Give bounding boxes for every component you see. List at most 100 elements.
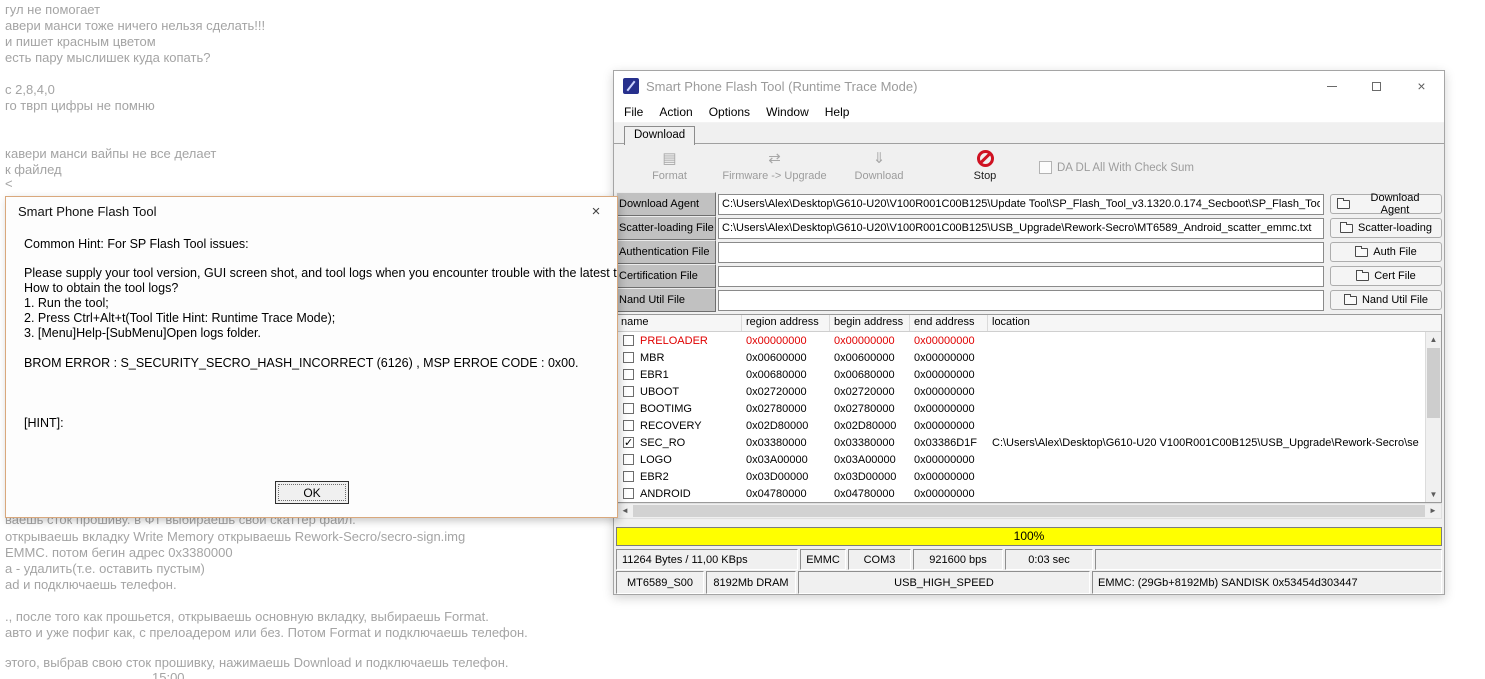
cell-name: LOGO <box>617 454 742 466</box>
minimize-button[interactable] <box>1309 71 1354 101</box>
row-checkbox[interactable] <box>623 335 634 346</box>
progress-label: 100% <box>1014 529 1045 543</box>
close-button[interactable]: × <box>1399 71 1444 101</box>
end-address: 0x00000000 <box>910 471 988 483</box>
download-icon: ⇓ <box>873 151 886 166</box>
close-icon: × <box>592 203 601 220</box>
menu-help[interactable]: Help <box>817 105 858 119</box>
row-checkbox[interactable] <box>623 386 634 397</box>
table-row[interactable]: LOGO0x03A000000x03A000000x00000000 <box>617 451 1425 468</box>
row-checkbox[interactable] <box>623 454 634 465</box>
download-agent-input[interactable] <box>718 194 1324 215</box>
scatter-loading-button[interactable]: Scatter-loading <box>1330 218 1442 238</box>
dialog-close-button[interactable]: × <box>583 201 609 221</box>
download-agent-button[interactable]: Download Agent <box>1330 194 1442 214</box>
nand-util-button[interactable]: Nand Util File <box>1330 290 1442 310</box>
field-label-auth-file: Authentication File <box>616 240 716 264</box>
row-checkbox[interactable] <box>623 369 634 380</box>
status-bar: 11264 Bytes / 11,00 KBps EMMC COM3 92160… <box>616 549 1442 570</box>
scroll-right-icon[interactable]: ► <box>1425 504 1441 518</box>
status-elapsed-time: 0:03 sec <box>1005 549 1093 570</box>
column-header-end[interactable]: end address <box>910 315 988 331</box>
dialog-title: Smart Phone Flash Tool <box>18 204 157 219</box>
end-address: 0x00000000 <box>910 335 988 347</box>
format-icon: ▤ <box>662 151 676 166</box>
column-header-name[interactable]: name <box>617 315 742 331</box>
background-text-line: есть пару мыслишек куда копать? <box>5 50 210 65</box>
region-address: 0x04780000 <box>742 488 830 500</box>
cert-file-input[interactable] <box>718 266 1324 287</box>
column-header-begin[interactable]: begin address <box>830 315 910 331</box>
table-row[interactable]: EBR20x03D000000x03D000000x00000000 <box>617 468 1425 485</box>
scroll-down-icon[interactable]: ▼ <box>1426 487 1441 502</box>
end-address: 0x00000000 <box>910 403 988 415</box>
close-icon: × <box>1417 78 1425 94</box>
stop-button[interactable]: Stop <box>945 149 1025 182</box>
end-address: 0x03386D1F <box>910 437 988 449</box>
dialog-step-line: 1. Run the tool; <box>24 296 109 310</box>
region-address: 0x02720000 <box>742 386 830 398</box>
menu-window[interactable]: Window <box>758 105 817 119</box>
row-checkbox[interactable] <box>623 488 634 499</box>
column-header-location[interactable]: location <box>988 315 1441 331</box>
column-header-region[interactable]: region address <box>742 315 830 331</box>
field-row: Nand Util File Nand Util File <box>616 288 1442 312</box>
v-scrollbar[interactable]: ▲ ▼ <box>1425 332 1441 502</box>
row-checkbox[interactable] <box>623 420 634 431</box>
background-text-line: < <box>5 176 13 191</box>
background-text-line: открываешь вкладку Write Memory открывае… <box>5 529 465 544</box>
v-scroll-thumb[interactable] <box>1427 348 1440 418</box>
menu-file[interactable]: File <box>616 105 651 119</box>
table-row[interactable]: BOOTIMG0x027800000x027800000x00000000 <box>617 400 1425 417</box>
table-row[interactable]: PRELOADER0x000000000x000000000x00000000 <box>617 332 1425 349</box>
cert-file-button[interactable]: Cert File <box>1330 266 1442 286</box>
nand-util-input[interactable] <box>718 290 1324 311</box>
dialog-ok-button[interactable]: OK <box>275 481 349 504</box>
field-label-download-agent: Download Agent <box>616 192 716 216</box>
format-button[interactable]: ▤ Format <box>622 149 717 182</box>
table-row[interactable]: MBR0x006000000x006000000x00000000 <box>617 349 1425 366</box>
maximize-button[interactable] <box>1354 71 1399 101</box>
menu-options[interactable]: Options <box>701 105 758 119</box>
row-checkbox[interactable] <box>623 471 634 482</box>
auth-file-input[interactable] <box>718 242 1324 263</box>
checksum-label: DA DL All With Check Sum <box>1057 162 1194 174</box>
partition-name: EBR2 <box>640 471 669 483</box>
cell-name: MBR <box>617 352 742 364</box>
table-row[interactable]: ANDROID0x047800000x047800000x00000000 <box>617 485 1425 502</box>
region-address: 0x00680000 <box>742 369 830 381</box>
background-text-line: авто и уже пофиг как, с прелоадером или … <box>5 625 528 640</box>
checksum-checkbox[interactable]: DA DL All With Check Sum <box>1039 161 1194 174</box>
auth-file-button[interactable]: Auth File <box>1330 242 1442 262</box>
begin-address: 0x02780000 <box>830 403 910 415</box>
scroll-up-icon[interactable]: ▲ <box>1426 332 1441 347</box>
end-address: 0x00000000 <box>910 488 988 500</box>
table-row[interactable]: SEC_RO0x033800000x033800000x03386D1FC:\U… <box>617 434 1425 451</box>
h-scroll-thumb[interactable] <box>633 505 1425 517</box>
partition-name: EBR1 <box>640 369 669 381</box>
cell-name: EBR1 <box>617 369 742 381</box>
row-checkbox[interactable] <box>623 403 634 414</box>
folder-icon <box>1340 224 1353 233</box>
table-row[interactable]: UBOOT0x027200000x027200000x00000000 <box>617 383 1425 400</box>
table-row[interactable]: EBR10x006800000x006800000x00000000 <box>617 366 1425 383</box>
tab-download[interactable]: Download <box>624 126 695 145</box>
minimize-icon <box>1327 86 1337 87</box>
row-checkbox[interactable] <box>623 437 634 448</box>
row-checkbox[interactable] <box>623 352 634 363</box>
end-address: 0x00000000 <box>910 420 988 432</box>
h-scrollbar[interactable]: ◄ ► <box>616 503 1442 519</box>
scroll-left-icon[interactable]: ◄ <box>617 504 633 518</box>
checkbox-icon <box>1039 161 1052 174</box>
scatter-file-input[interactable] <box>718 218 1324 239</box>
cell-name: BOOTIMG <box>617 403 742 415</box>
table-row[interactable]: RECOVERY0x02D800000x02D800000x00000000 <box>617 417 1425 434</box>
cell-name: PRELOADER <box>617 335 742 347</box>
download-button[interactable]: ⇓ Download <box>839 149 919 182</box>
folder-icon <box>1344 296 1357 305</box>
menu-action[interactable]: Action <box>651 105 700 119</box>
firmware-upgrade-button[interactable]: ⇄ Firmware -> Upgrade <box>707 149 842 182</box>
partition-name: PRELOADER <box>640 335 708 347</box>
cell-name: UBOOT <box>617 386 742 398</box>
end-address: 0x00000000 <box>910 386 988 398</box>
